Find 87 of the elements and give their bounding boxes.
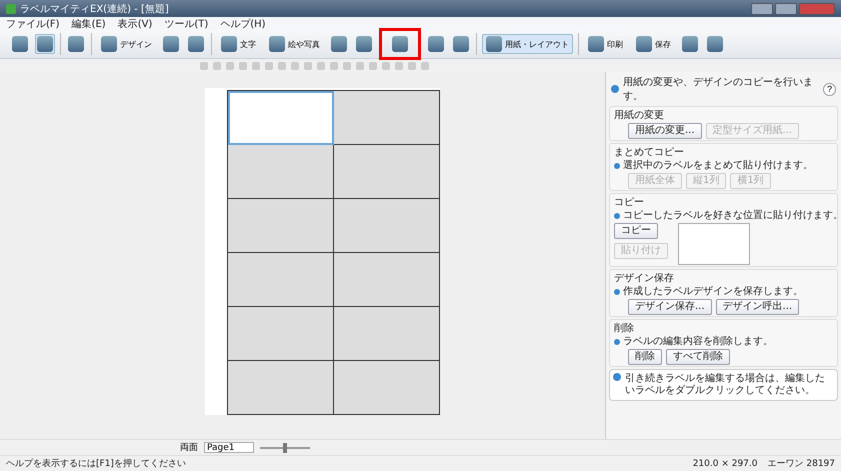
tile-icon — [453, 36, 469, 52]
help-button[interactable]: ? — [823, 82, 836, 96]
tile-icon — [392, 36, 408, 52]
bullet-icon — [614, 289, 620, 295]
menu-item[interactable]: ヘルプ(H) — [220, 16, 266, 30]
label-cell[interactable] — [334, 253, 440, 307]
toolbar-button[interactable] — [10, 34, 30, 54]
paper-name: エーワン 28197 — [768, 458, 835, 470]
menu-item[interactable]: ツール(T) — [164, 16, 208, 30]
toolbar-button[interactable] — [66, 34, 86, 54]
label-cell[interactable] — [228, 307, 334, 361]
tile-icon — [636, 36, 652, 52]
zoom-thumb[interactable] — [283, 442, 287, 452]
maximize-button[interactable] — [775, 2, 797, 14]
toolbar-button[interactable] — [35, 34, 55, 54]
duplex-button[interactable]: 両面 — [180, 441, 198, 454]
toolbar-button[interactable] — [680, 34, 700, 54]
toolbar-button[interactable] — [451, 34, 471, 54]
tile-icon — [269, 36, 285, 52]
menu-item[interactable]: 編集(E) — [72, 16, 106, 30]
toolbar-button[interactable]: 文字 — [217, 34, 260, 54]
section-note: コピーしたラベルを好きな位置に貼り付けます。 — [623, 210, 841, 222]
tile-icon — [428, 36, 444, 52]
toolbar-button[interactable] — [329, 34, 349, 54]
tile-icon — [188, 36, 204, 52]
toolbar-button[interactable] — [161, 34, 181, 54]
toolbar-button[interactable] — [426, 34, 446, 54]
toolbar-button[interactable]: 保存 — [632, 34, 675, 54]
label-cell[interactable] — [228, 199, 334, 253]
label-cell[interactable] — [334, 307, 440, 361]
label-cell[interactable] — [228, 361, 334, 415]
toolbar-button[interactable] — [705, 34, 725, 54]
section-title: 用紙の変更 — [614, 108, 665, 122]
label-cell[interactable] — [228, 253, 334, 307]
paper-size: 210.0 × 297.0 — [692, 458, 758, 468]
section-title: デザイン保存 — [614, 272, 675, 285]
label-cell[interactable] — [334, 91, 440, 145]
panel-info: 用紙の変更や、デザインのコピーを行います。 — [623, 76, 814, 103]
toolbar-button[interactable]: デザイン — [97, 34, 156, 54]
toolbar-button[interactable]: 絵や写真 — [265, 34, 324, 54]
tile-icon — [707, 36, 723, 52]
panel-button[interactable]: 削除 — [628, 349, 662, 365]
section-note: ラベルの編集内容を削除します。 — [623, 336, 773, 348]
panel-button[interactable]: 用紙の変更... — [628, 123, 702, 139]
menu-item[interactable]: 表示(V) — [118, 16, 152, 30]
bullet-icon — [614, 213, 620, 219]
panel-button[interactable]: デザイン保存... — [628, 299, 712, 315]
minimize-button[interactable] — [751, 2, 773, 14]
label-cell[interactable] — [334, 199, 440, 253]
tile-icon — [588, 36, 604, 52]
bullet-icon — [614, 163, 620, 169]
info-icon — [611, 85, 619, 93]
toolbar-button[interactable] — [390, 34, 410, 54]
panel-button[interactable]: デザイン呼出... — [716, 299, 800, 315]
toolbar-button[interactable] — [186, 34, 206, 54]
toolbar-button[interactable]: 用紙・レイアウト — [482, 34, 573, 54]
label-cell[interactable] — [228, 91, 334, 145]
tile-icon — [331, 36, 347, 52]
section-title: 削除 — [614, 322, 635, 335]
hint-text: 引き続きラベルを編集する場合は、編集したいラベルをダブルクリックしてください。 — [625, 373, 826, 397]
panel-button[interactable]: コピー — [614, 223, 658, 239]
label-cell[interactable] — [334, 145, 440, 199]
section-title: コピー — [614, 196, 645, 209]
panel-button[interactable]: すべて削除 — [666, 349, 730, 365]
section-note: 作成したラベルデザインを保存します。 — [623, 286, 803, 298]
app-icon — [6, 4, 16, 14]
label-cell[interactable] — [228, 145, 334, 199]
page-field[interactable]: Page1 — [204, 442, 254, 453]
bullet-icon — [613, 373, 621, 381]
tile-icon — [163, 36, 179, 52]
toolbar-button[interactable]: 印刷 — [584, 34, 627, 54]
section-note: 選択中のラベルをまとめて貼り付けます。 — [623, 160, 813, 172]
tile-icon — [682, 36, 698, 52]
section-title: まとめてコピー — [614, 146, 685, 159]
toolbar-button[interactable] — [354, 34, 374, 54]
tile-icon — [101, 36, 117, 52]
tile-icon — [37, 36, 53, 52]
bullet-icon — [614, 339, 620, 345]
tile-icon — [68, 36, 84, 52]
menu-item[interactable]: ファイル(F) — [6, 16, 60, 30]
tile-icon — [12, 36, 28, 52]
label-cell[interactable] — [334, 361, 440, 415]
status-help: ヘルプを表示するには[F1]を押してください — [6, 457, 186, 470]
tile-icon — [356, 36, 372, 52]
tile-icon — [221, 36, 237, 52]
window-title: ラベルマイティEX(連続) - [無題] — [20, 2, 169, 16]
tile-icon — [486, 36, 502, 52]
